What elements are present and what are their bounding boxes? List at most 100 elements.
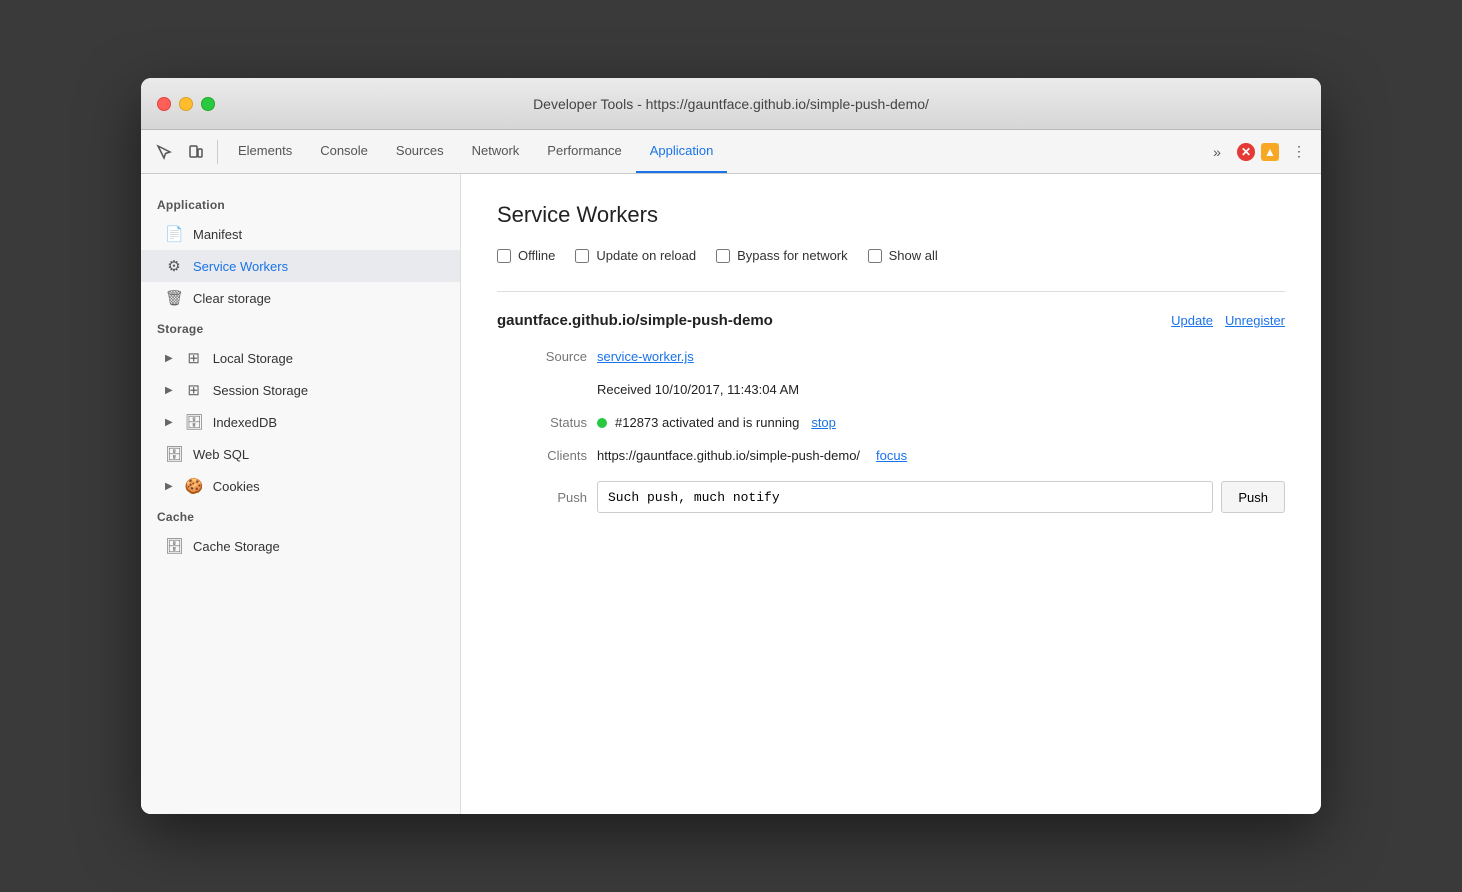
update-on-reload-label: Update on reload [596, 248, 696, 263]
bypass-for-network-checkbox[interactable] [716, 249, 730, 263]
device-icon [188, 144, 204, 160]
expand-session-storage-icon: ▶ [165, 385, 173, 396]
sidebar-item-web-sql[interactable]: 🗄 Web SQL [141, 438, 460, 470]
update-button[interactable]: Update [1171, 313, 1213, 328]
sidebar-item-service-workers[interactable]: ⚙ Service Workers [141, 250, 460, 282]
titlebar: Developer Tools - https://gauntface.gith… [141, 78, 1321, 130]
toolbar: Elements Console Sources Network Perform… [141, 130, 1321, 174]
toolbar-tabs: Elements Console Sources Network Perform… [224, 130, 1201, 173]
tab-sources[interactable]: Sources [382, 130, 458, 173]
session-storage-icon: ⊞ [185, 381, 203, 399]
window-title: Developer Tools - https://gauntface.gith… [157, 96, 1305, 112]
clear-storage-icon: 🗑 [165, 289, 183, 307]
bypass-for-network-checkbox-label[interactable]: Bypass for network [716, 248, 848, 263]
local-storage-icon: ⊞ [185, 349, 203, 367]
source-link[interactable]: service-worker.js [597, 349, 1285, 364]
status-text: #12873 activated and is running [615, 415, 799, 430]
sidebar-item-indexeddb-label: IndexedDB [213, 415, 277, 430]
service-workers-icon: ⚙ [165, 257, 183, 275]
more-options-icon: ⋮ [1292, 143, 1306, 160]
sidebar-item-session-storage-label: Session Storage [213, 383, 308, 398]
sw-origin: gauntface.github.io/simple-push-demo [497, 312, 773, 329]
received-row: Received 10/10/2017, 11:43:04 AM [497, 382, 1285, 397]
focus-button[interactable]: focus [876, 448, 907, 463]
update-on-reload-checkbox-label[interactable]: Update on reload [575, 248, 696, 263]
traffic-lights [157, 97, 215, 111]
source-row: Source service-worker.js [497, 349, 1285, 364]
push-input[interactable] [597, 481, 1213, 513]
checkbox-row: Offline Update on reload Bypass for netw… [497, 248, 1285, 263]
sidebar-item-manifest[interactable]: 📄 Manifest [141, 218, 460, 250]
sidebar-item-cache-storage[interactable]: 🗄 Cache Storage [141, 530, 460, 562]
show-all-label: Show all [889, 248, 938, 263]
manifest-icon: 📄 [165, 225, 183, 243]
sidebar-item-session-storage[interactable]: ▶ ⊞ Session Storage [141, 374, 460, 406]
cookies-icon: 🍪 [185, 477, 203, 495]
sidebar-item-clear-storage[interactable]: 🗑 Clear storage [141, 282, 460, 314]
status-label: Status [497, 415, 587, 430]
sw-header: gauntface.github.io/simple-push-demo Upd… [497, 312, 1285, 329]
clients-row: Clients https://gauntface.github.io/simp… [497, 448, 1285, 463]
main-content: Application 📄 Manifest ⚙ Service Workers… [141, 174, 1321, 814]
sidebar-item-indexeddb[interactable]: ▶ 🗄 IndexedDB [141, 406, 460, 438]
push-button[interactable]: Push [1221, 481, 1285, 513]
offline-checkbox-label[interactable]: Offline [497, 248, 555, 263]
stop-button[interactable]: stop [811, 415, 836, 430]
tab-performance[interactable]: Performance [533, 130, 635, 173]
offline-label: Offline [518, 248, 555, 263]
sidebar-item-local-storage[interactable]: ▶ ⊞ Local Storage [141, 342, 460, 374]
clients-value-container: https://gauntface.github.io/simple-push-… [597, 448, 1285, 463]
update-on-reload-checkbox[interactable] [575, 249, 589, 263]
status-row: Status #12873 activated and is running s… [497, 415, 1285, 430]
error-icon: ✕ [1241, 145, 1251, 159]
error-badge[interactable]: ✕ [1237, 143, 1255, 161]
push-row: Push Push [497, 481, 1285, 513]
received-value: Received 10/10/2017, 11:43:04 AM [597, 382, 1285, 397]
storage-section-title: Storage [141, 314, 460, 342]
status-indicator [597, 418, 607, 428]
sw-actions: Update Unregister [1171, 313, 1285, 328]
devtools-window: Developer Tools - https://gauntface.gith… [141, 78, 1321, 814]
web-sql-icon: 🗄 [165, 445, 183, 463]
warning-badge[interactable]: ▲ [1261, 143, 1279, 161]
tab-console[interactable]: Console [306, 130, 382, 173]
close-button[interactable] [157, 97, 171, 111]
show-all-checkbox-label[interactable]: Show all [868, 248, 938, 263]
page-title: Service Workers [497, 202, 1285, 228]
sidebar-item-local-storage-label: Local Storage [213, 351, 293, 366]
sidebar-item-cookies[interactable]: ▶ 🍪 Cookies [141, 470, 460, 502]
sidebar-item-cache-storage-label: Cache Storage [193, 539, 280, 554]
sidebar-item-clear-storage-label: Clear storage [193, 291, 271, 306]
cache-section-title: Cache [141, 502, 460, 530]
content-panel: Service Workers Offline Update on reload… [461, 174, 1321, 814]
toolbar-right: » ✕ ▲ ⋮ [1203, 138, 1313, 166]
source-label: Source [497, 349, 587, 364]
cache-storage-icon: 🗄 [165, 537, 183, 555]
clients-label: Clients [497, 448, 587, 463]
more-tabs-icon: » [1213, 144, 1221, 160]
sidebar-item-web-sql-label: Web SQL [193, 447, 249, 462]
warning-icon: ▲ [1264, 145, 1276, 159]
clients-url: https://gauntface.github.io/simple-push-… [597, 448, 860, 463]
more-options-button[interactable]: ⋮ [1285, 138, 1313, 166]
minimize-button[interactable] [179, 97, 193, 111]
expand-cookies-icon: ▶ [165, 481, 173, 492]
more-tabs-button[interactable]: » [1203, 138, 1231, 166]
tab-elements[interactable]: Elements [224, 130, 306, 173]
toolbar-divider [217, 140, 218, 164]
tab-network[interactable]: Network [458, 130, 534, 173]
tab-application[interactable]: Application [636, 130, 728, 173]
inspect-element-button[interactable] [149, 137, 179, 167]
expand-local-storage-icon: ▶ [165, 353, 173, 364]
show-all-checkbox[interactable] [868, 249, 882, 263]
expand-indexeddb-icon: ▶ [165, 417, 173, 428]
offline-checkbox[interactable] [497, 249, 511, 263]
device-toolbar-button[interactable] [181, 137, 211, 167]
cursor-icon [156, 144, 172, 160]
sidebar-item-service-workers-label: Service Workers [193, 259, 288, 274]
maximize-button[interactable] [201, 97, 215, 111]
unregister-button[interactable]: Unregister [1225, 313, 1285, 328]
status-value-container: #12873 activated and is running stop [597, 415, 1285, 430]
sidebar: Application 📄 Manifest ⚙ Service Workers… [141, 174, 461, 814]
bypass-for-network-label: Bypass for network [737, 248, 848, 263]
